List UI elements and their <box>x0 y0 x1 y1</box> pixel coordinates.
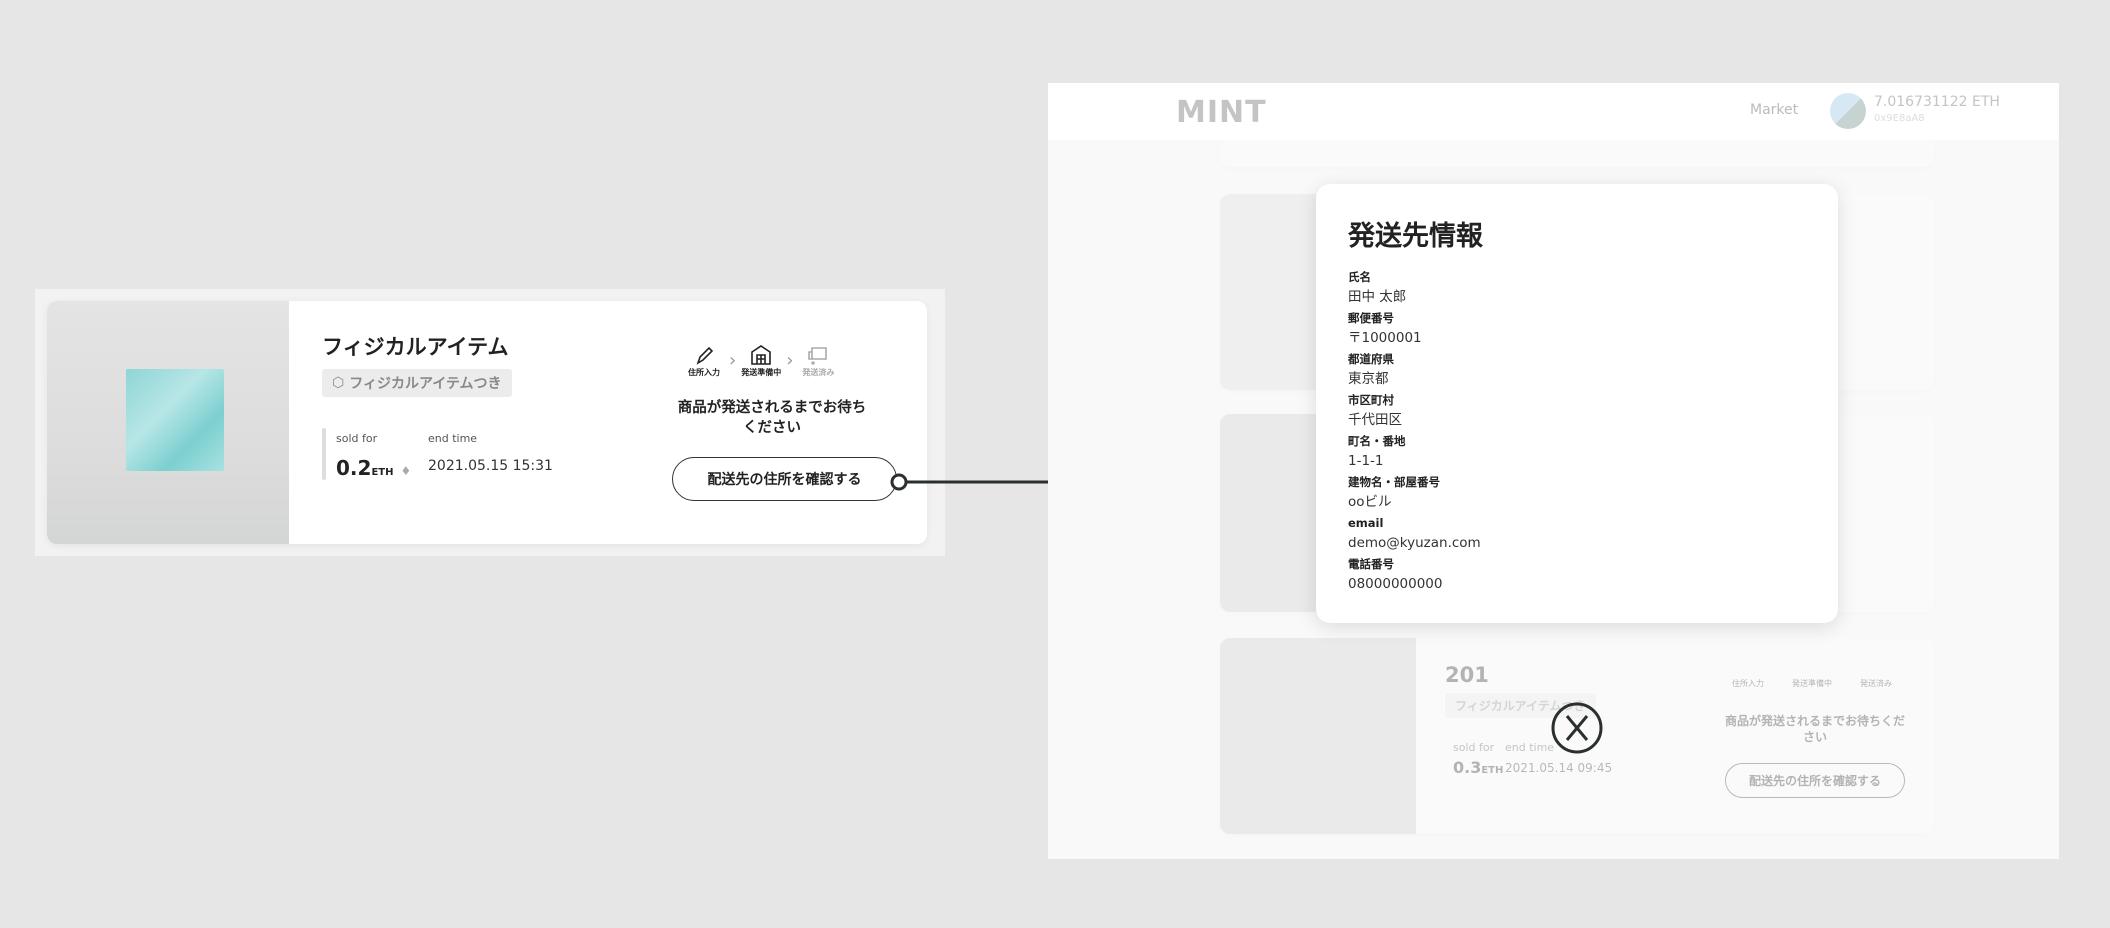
sold-for-label: sold for <box>336 432 378 445</box>
field-label: 市区町村 <box>1348 393 1394 407</box>
item-image <box>47 301 289 544</box>
end-time-label: end time <box>428 432 478 445</box>
field-value: 東京都 <box>1348 371 1389 387</box>
currency: ETH <box>1481 765 1504 776</box>
modal-title: 発送先情報 <box>1348 221 1483 252</box>
field-value: 〒1000001 <box>1348 330 1422 346</box>
item-image <box>1220 638 1416 834</box>
pencil-icon <box>696 346 714 365</box>
step-preparing: 発送準備中 <box>736 343 786 378</box>
field-label: 建物名・部屋番号 <box>1348 475 1440 489</box>
step-label: 発送準備中 <box>741 368 782 377</box>
shipping-info-modal: 発送先情報 氏名田中 太郎郵便番号〒1000001 都道府県東京都市区町村千代田区… <box>1316 184 1838 623</box>
field-label: 郵便番号 <box>1348 311 1394 325</box>
step-shipped: 発送済み <box>793 343 843 378</box>
eth-icon: ♦ <box>400 464 412 478</box>
divider-bar <box>322 428 326 480</box>
shipping-steps: 住所入力 › 発送準備中 › 発送済み <box>679 343 843 378</box>
field-value: 千代田区 <box>1348 412 1402 428</box>
field-label: 電話番号 <box>1348 557 1394 571</box>
end-time: 2021.05.14 09:45 <box>1505 761 1613 775</box>
step-label: 発送済み <box>802 368 835 377</box>
chevron-right-icon: › <box>729 350 737 371</box>
step-label: 発送済み <box>1860 679 1892 688</box>
step-label: 住所入力 <box>1732 679 1764 688</box>
confirm-address-button: 配送先の住所を確認する <box>1725 763 1905 798</box>
price: 0.3ETH <box>1453 758 1503 777</box>
box-icon: ⬡ <box>332 375 345 391</box>
field-value: ooビル <box>1348 494 1392 510</box>
end-time: 2021.05.15 15:31 <box>428 458 553 474</box>
step-address: 住所入力 <box>679 343 729 378</box>
nav-market[interactable]: Market <box>1750 102 1798 118</box>
physical-item-tag: ⬡ フィジカルアイテムつき <box>322 369 512 397</box>
mint-logo[interactable]: MINT <box>1176 95 1267 130</box>
end-time-label: end time <box>1505 741 1555 754</box>
shipping-fields: 氏名田中 太郎郵便番号〒1000001 都道府県東京都市区町村千代田区町名・番地 1… <box>1348 267 1806 595</box>
field-value: 08000000000 <box>1348 576 1443 592</box>
step-label: 発送準備中 <box>1792 679 1832 688</box>
field-value: demo@kyuzan.com <box>1348 535 1481 551</box>
waiting-message: 商品が発送されるまでお待ちください <box>677 400 867 436</box>
confirm-address-button[interactable]: 配送先の住所を確認する <box>672 457 897 501</box>
app-header: MINT Market 7.016731122 ETH 0x9E8aA8 <box>1048 83 2059 140</box>
price-value: 0.3 <box>1453 758 1482 777</box>
tag-label: フィジカルアイテムつき <box>349 376 502 392</box>
field-value: 1-1-1 <box>1348 453 1384 469</box>
purchased-item-card: フィジカルアイテム ⬡ フィジカルアイテムつき sold for 0.2ETH ♦… <box>47 301 927 544</box>
truck-icon <box>808 347 828 365</box>
waiting-message: 商品が発送されるまでお待ちください <box>1725 714 1906 744</box>
sold-for-label: sold for <box>1453 741 1495 754</box>
field-label: email <box>1348 516 1384 530</box>
price-value: 0.2 <box>336 456 372 480</box>
field-label: 氏名 <box>1348 270 1371 284</box>
item-title: フィジカルアイテム <box>322 335 509 359</box>
item-title: 201 <box>1445 663 1489 687</box>
field-label: 町名・番地 <box>1348 434 1406 448</box>
shipping-steps: 住所入力 発送準備中 発送済み <box>1732 678 1892 689</box>
close-icon[interactable] <box>1550 701 1604 755</box>
field-label: 都道府県 <box>1348 352 1394 366</box>
chevron-right-icon: › <box>786 350 794 371</box>
warehouse-icon <box>751 345 772 365</box>
wallet-address: 0x9E8aA8 <box>1874 113 1925 124</box>
wallet-balance: 7.016731122 ETH <box>1874 94 2000 110</box>
step-label: 住所入力 <box>688 368 720 377</box>
field-value: 田中 太郎 <box>1348 289 1407 305</box>
currency: ETH <box>371 467 394 478</box>
avatar[interactable] <box>1830 93 1866 129</box>
price: 0.2ETH ♦ <box>336 456 411 480</box>
item-cube-image <box>126 369 224 471</box>
